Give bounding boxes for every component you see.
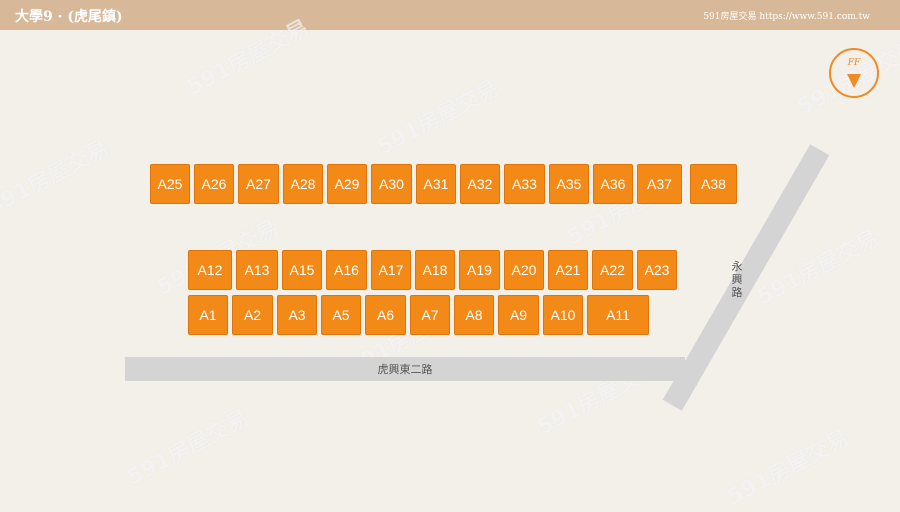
lot-a29[interactable]: A29 <box>327 164 367 204</box>
lot-a23[interactable]: A23 <box>637 250 677 290</box>
lot-a19[interactable]: A19 <box>459 250 500 290</box>
lot-a35[interactable]: A35 <box>549 164 589 204</box>
page-title: 大學9 · (虎尾鎮) <box>15 9 123 25</box>
lot-a17[interactable]: A17 <box>371 250 411 290</box>
compass-icon: FF <box>829 48 879 98</box>
lot-a3[interactable]: A3 <box>277 295 317 335</box>
watermark: 591房屋交易 <box>0 135 114 221</box>
watermark: 591房屋交易 <box>123 405 254 491</box>
lot-a22[interactable]: A22 <box>592 250 633 290</box>
lot-a6[interactable]: A6 <box>365 295 406 335</box>
lot-a21[interactable]: A21 <box>548 250 588 290</box>
lot-a31[interactable]: A31 <box>416 164 456 204</box>
lot-a27[interactable]: A27 <box>238 164 279 204</box>
lot-a25[interactable]: A25 <box>150 164 190 204</box>
lot-a18[interactable]: A18 <box>415 250 455 290</box>
lot-a20[interactable]: A20 <box>504 250 544 290</box>
site-brand: 591房屋交易 https://www.591.com.tw <box>703 12 870 22</box>
lot-a2[interactable]: A2 <box>232 295 273 335</box>
lot-a32[interactable]: A32 <box>460 164 500 204</box>
lot-a13[interactable]: A13 <box>236 250 278 290</box>
road-label-huxing: 虎興東二路 <box>377 363 433 376</box>
lot-a12[interactable]: A12 <box>188 250 232 290</box>
road-label-yongxing: 永興路 <box>731 260 743 299</box>
lot-a28[interactable]: A28 <box>283 164 323 204</box>
lot-a33[interactable]: A33 <box>504 164 545 204</box>
lot-a16[interactable]: A16 <box>326 250 367 290</box>
lot-a15[interactable]: A15 <box>282 250 322 290</box>
lot-a38[interactable]: A38 <box>690 164 737 204</box>
lot-a1[interactable]: A1 <box>188 295 228 335</box>
lot-a8[interactable]: A8 <box>454 295 494 335</box>
header-bar: 大學9 · (虎尾鎮) 591房屋交易 https://www.591.com.… <box>0 0 900 30</box>
watermark: 591房屋交易 <box>373 75 504 161</box>
road-huxing-east-2nd: 虎興東二路 <box>125 357 685 381</box>
watermark: 591房屋交易 <box>723 425 854 511</box>
lot-a37[interactable]: A37 <box>637 164 682 204</box>
lot-a26[interactable]: A26 <box>194 164 234 204</box>
road-yongxing <box>662 144 830 411</box>
compass-label: FF <box>847 58 861 68</box>
lot-a36[interactable]: A36 <box>593 164 633 204</box>
lot-a30[interactable]: A30 <box>371 164 412 204</box>
lot-a9[interactable]: A9 <box>498 295 539 335</box>
lot-a11[interactable]: A11 <box>587 295 649 335</box>
lot-a5[interactable]: A5 <box>321 295 361 335</box>
lot-a10[interactable]: A10 <box>543 295 583 335</box>
north-arrow-icon <box>847 74 861 88</box>
lot-a7[interactable]: A7 <box>410 295 450 335</box>
